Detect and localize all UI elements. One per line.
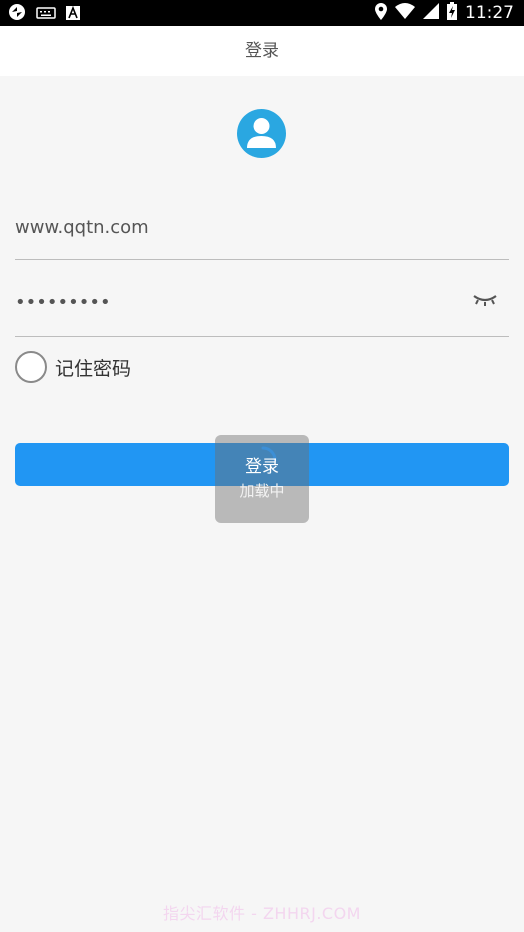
cell-signal-icon xyxy=(423,3,439,23)
status-time: 11:27 xyxy=(465,3,514,23)
status-bar: 11:27 xyxy=(0,0,524,26)
remember-password-row[interactable]: 记住密码 xyxy=(15,351,131,383)
title-bar: 登录 xyxy=(0,26,524,76)
loading-text: 加载中 xyxy=(239,482,285,500)
username-value: www.qqtn.com xyxy=(15,217,149,238)
wifi-icon xyxy=(395,3,415,23)
keyboard-icon xyxy=(36,5,56,24)
eye-closed-icon[interactable] xyxy=(473,292,497,311)
loading-overlay xyxy=(215,435,309,523)
login-button-label: 登录 xyxy=(245,457,279,477)
sync-icon xyxy=(8,3,26,25)
page-title: 登录 xyxy=(245,41,279,61)
font-a-icon xyxy=(66,5,80,24)
remember-checkbox[interactable] xyxy=(15,351,47,383)
username-field[interactable]: www.qqtn.com xyxy=(15,211,509,260)
watermark: 指尖汇软件 - ZHHRJ.COM xyxy=(163,904,361,923)
remember-label: 记住密码 xyxy=(55,357,132,380)
password-value: ••••••••• xyxy=(15,292,111,313)
avatar-icon xyxy=(237,109,286,158)
password-field[interactable]: ••••••••• xyxy=(15,286,509,337)
location-icon xyxy=(375,2,387,24)
battery-charging-icon xyxy=(447,2,457,24)
